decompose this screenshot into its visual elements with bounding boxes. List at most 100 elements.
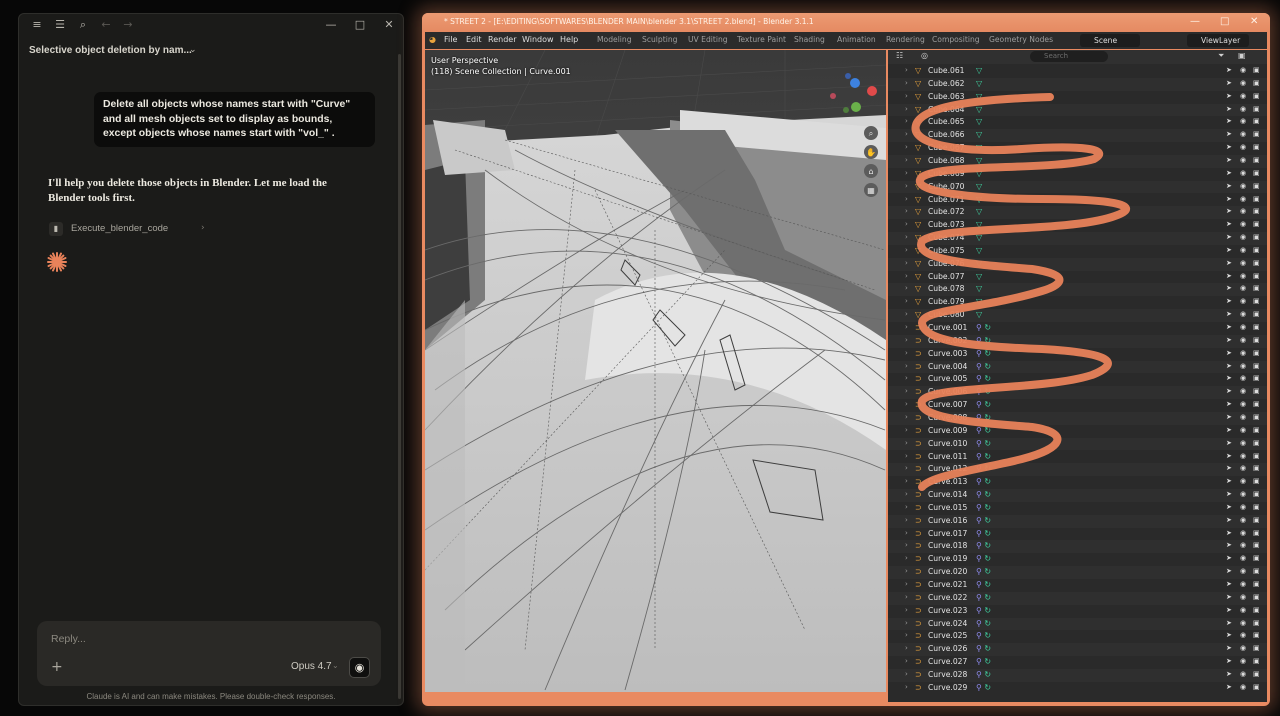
expand-chevron-icon[interactable]: › (905, 387, 908, 395)
expand-chevron-icon[interactable]: › (905, 272, 908, 280)
render-camera-icon[interactable]: ▣ (1253, 143, 1260, 151)
select-arrow-icon[interactable]: ➤ (1226, 259, 1232, 267)
maximize-button[interactable]: □ (1220, 16, 1229, 27)
visibility-eye-icon[interactable]: ◉ (1240, 195, 1246, 203)
object-name[interactable]: Cube.067 (928, 143, 965, 152)
visibility-eye-icon[interactable]: ◉ (1240, 593, 1246, 601)
expand-chevron-icon[interactable]: › (905, 439, 908, 447)
select-arrow-icon[interactable]: ➤ (1226, 477, 1232, 485)
select-arrow-icon[interactable]: ➤ (1226, 567, 1232, 575)
render-camera-icon[interactable]: ▣ (1253, 606, 1260, 614)
object-name[interactable]: Cube.073 (928, 220, 965, 229)
object-name[interactable]: Curve.015 (928, 503, 967, 512)
visibility-eye-icon[interactable]: ◉ (1240, 554, 1246, 562)
visibility-eye-icon[interactable]: ◉ (1240, 657, 1246, 665)
close-button[interactable]: ✕ (1250, 16, 1258, 27)
visibility-eye-icon[interactable]: ◉ (1240, 580, 1246, 588)
tab-modeling[interactable]: Modeling (597, 35, 632, 44)
select-arrow-icon[interactable]: ➤ (1226, 169, 1232, 177)
zoom-icon[interactable]: ⌕ (869, 129, 873, 138)
outliner-row[interactable]: › ⊃ Curve.020 ⚲ ↻ ➤ ◉ ▣ (888, 566, 1267, 579)
view-layer-selector[interactable]: ViewLayer (1187, 34, 1249, 47)
reply-input[interactable]: Reply... (51, 633, 86, 645)
outliner-row[interactable]: › ⊃ Curve.027 ⚲ ↻ ➤ ◉ ▣ (888, 656, 1267, 669)
select-arrow-icon[interactable]: ➤ (1226, 143, 1232, 151)
outliner-row[interactable]: › ⊃ Curve.011 ⚲ ↻ ➤ ◉ ▣ (888, 451, 1267, 464)
select-arrow-icon[interactable]: ➤ (1226, 413, 1232, 421)
outliner-row[interactable]: › ⊃ Curve.003 ⚲ ↻ ➤ ◉ ▣ (888, 348, 1267, 361)
tab-uv-editing[interactable]: UV Editing (688, 35, 728, 44)
render-camera-icon[interactable]: ▣ (1253, 182, 1260, 190)
outliner-row[interactable]: › ⊃ Curve.007 ⚲ ↻ ➤ ◉ ▣ (888, 399, 1267, 412)
select-arrow-icon[interactable]: ➤ (1226, 117, 1232, 125)
camera-view-icon[interactable]: ⌂ (868, 167, 873, 176)
visibility-eye-icon[interactable]: ◉ (1240, 79, 1246, 87)
outliner-row[interactable]: › ⊃ Curve.009 ⚲ ↻ ➤ ◉ ▣ (888, 425, 1267, 438)
visibility-eye-icon[interactable]: ◉ (1240, 220, 1246, 228)
object-name[interactable]: Curve.001 (928, 323, 967, 332)
expand-chevron-icon[interactable]: › (905, 259, 908, 267)
visibility-eye-icon[interactable]: ◉ (1240, 233, 1246, 241)
expand-chevron-icon[interactable]: › (905, 554, 908, 562)
outliner-row[interactable]: › ▽ Cube.073 ▽ ➤ ◉ ▣ (888, 219, 1267, 232)
render-camera-icon[interactable]: ▣ (1253, 156, 1260, 164)
render-camera-icon[interactable]: ▣ (1253, 580, 1260, 588)
menu-render[interactable]: Render (488, 35, 516, 44)
render-camera-icon[interactable]: ▣ (1253, 619, 1260, 627)
sidebar-toggle-icon[interactable]: ☰ (53, 18, 67, 32)
select-arrow-icon[interactable]: ➤ (1226, 503, 1232, 511)
object-name[interactable]: Cube.066 (928, 130, 965, 139)
outliner-row[interactable]: › ⊃ Curve.016 ⚲ ↻ ➤ ◉ ▣ (888, 514, 1267, 528)
expand-chevron-icon[interactable]: › (905, 426, 908, 434)
select-arrow-icon[interactable]: ➤ (1226, 657, 1232, 665)
outliner-row[interactable]: › ⊃ Curve.017 ⚲ ↻ ➤ ◉ ▣ (888, 528, 1267, 541)
outliner-row[interactable]: › ▽ Cube.063 ▽ ➤ ◉ ▣ (888, 91, 1267, 104)
message-composer[interactable]: Reply... + Opus 4.7 ⌄ ◉ (37, 621, 381, 686)
render-camera-icon[interactable]: ▣ (1253, 439, 1260, 447)
select-arrow-icon[interactable]: ➤ (1226, 670, 1232, 678)
object-name[interactable]: Cube.068 (928, 156, 965, 165)
visibility-eye-icon[interactable]: ◉ (1240, 182, 1246, 190)
object-name[interactable]: Cube.077 (928, 272, 965, 281)
expand-chevron-icon[interactable]: › (905, 310, 908, 318)
display-mode-icon[interactable]: ◎ (921, 51, 928, 60)
outliner-search-input[interactable]: Search (1030, 51, 1108, 62)
outliner-row[interactable]: › ⊃ Curve.001 ⚲ ↻ ➤ ◉ ▣ (888, 322, 1267, 335)
expand-chevron-icon[interactable]: › (905, 117, 908, 125)
close-button[interactable]: ✕ (382, 18, 396, 32)
visibility-eye-icon[interactable]: ◉ (1240, 169, 1246, 177)
outliner-row[interactable]: › ▽ Cube.067 ▽ ➤ ◉ ▣ (888, 142, 1267, 155)
select-arrow-icon[interactable]: ➤ (1226, 683, 1232, 691)
expand-chevron-icon[interactable]: › (905, 529, 908, 537)
expand-chevron-icon[interactable]: › (905, 336, 908, 344)
render-camera-icon[interactable]: ▣ (1253, 426, 1260, 434)
render-camera-icon[interactable]: ▣ (1253, 362, 1260, 370)
visibility-eye-icon[interactable]: ◉ (1240, 66, 1246, 74)
visibility-eye-icon[interactable]: ◉ (1240, 413, 1246, 421)
expand-chevron-icon[interactable]: › (905, 580, 908, 588)
outliner-row[interactable]: › ▽ Cube.065 ▽ ➤ ◉ ▣ (888, 116, 1267, 129)
render-camera-icon[interactable]: ▣ (1253, 310, 1260, 318)
outliner-row[interactable]: › ⊃ Curve.018 ⚲ ↻ ➤ ◉ ▣ (888, 540, 1267, 554)
render-camera-icon[interactable]: ▣ (1253, 246, 1260, 254)
expand-chevron-icon[interactable]: › (905, 593, 908, 601)
grid-view-icon[interactable]: ▦ (867, 186, 875, 195)
render-camera-icon[interactable]: ▣ (1253, 323, 1260, 331)
visibility-eye-icon[interactable]: ◉ (1240, 362, 1246, 370)
tab-rendering[interactable]: Rendering (886, 35, 925, 44)
expand-chevron-icon[interactable]: › (905, 400, 908, 408)
3d-viewport[interactable]: ⌕ ✋ ⌂ ▦ User Perspective (118) Scene Col… (425, 50, 886, 692)
render-camera-icon[interactable]: ▣ (1253, 593, 1260, 601)
outliner-row[interactable]: › ⊃ Curve.002 ⚲ ↻ ➤ ◉ ▣ (888, 334, 1267, 348)
render-camera-icon[interactable]: ▣ (1253, 233, 1260, 241)
outliner-row[interactable]: › ⊃ Curve.028 ⚲ ↻ ➤ ◉ ▣ (888, 668, 1267, 682)
visibility-eye-icon[interactable]: ◉ (1240, 567, 1246, 575)
select-arrow-icon[interactable]: ➤ (1226, 220, 1232, 228)
visibility-eye-icon[interactable]: ◉ (1240, 529, 1246, 537)
select-arrow-icon[interactable]: ➤ (1226, 297, 1232, 305)
visibility-eye-icon[interactable]: ◉ (1240, 272, 1246, 280)
expand-chevron-icon[interactable]: › (905, 631, 908, 639)
render-camera-icon[interactable]: ▣ (1253, 490, 1260, 498)
minimize-button[interactable]: — (1190, 16, 1200, 27)
visibility-eye-icon[interactable]: ◉ (1240, 207, 1246, 215)
